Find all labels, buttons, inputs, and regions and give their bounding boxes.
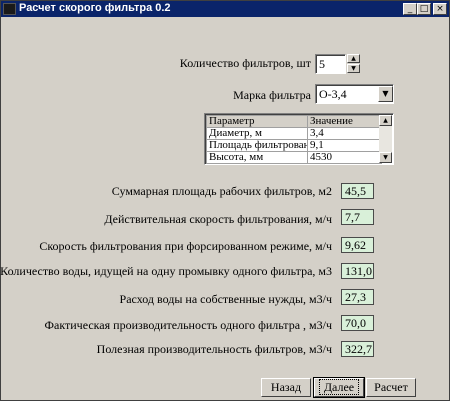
result-label-total-area: Суммарная площадь рабочих фильтров, м2 <box>111 184 332 198</box>
result-value-wash-water: 131,0 <box>341 263 374 279</box>
result-value-single-capacity: 70,0 <box>341 315 374 331</box>
result-label-own-needs: Расход воды на собственные нужды, м3/ч <box>119 292 332 306</box>
table-cell[interactable]: Площадь фильтровани <box>206 139 308 152</box>
chevron-down-icon[interactable]: ▼ <box>378 86 393 102</box>
app-icon <box>3 3 16 15</box>
calc-button[interactable]: Расчет <box>366 378 416 397</box>
title-bar[interactable]: Расчет скорого фильтра 0.2 _ □ × <box>1 1 449 17</box>
maximize-button[interactable]: □ <box>417 3 431 15</box>
table-cell[interactable]: 9,1 <box>307 139 382 152</box>
result-label-wash-water: Количество воды, идущей на одну промывку… <box>0 264 332 278</box>
result-value-own-needs: 27,3 <box>341 289 374 305</box>
column-header-param[interactable]: Параметр <box>206 115 308 128</box>
table-cell[interactable]: 4530 <box>307 151 382 164</box>
scroll-up-button[interactable]: ▲ <box>379 115 392 126</box>
back-button[interactable]: Назад <box>261 378 311 397</box>
spin-up-button[interactable]: ▲ <box>347 54 360 63</box>
window-title: Расчет скорого фильтра 0.2 <box>19 2 171 14</box>
result-value-total-area: 45,5 <box>341 183 374 199</box>
column-header-value[interactable]: Значение <box>307 115 382 128</box>
filters-count-input[interactable]: 5 <box>315 54 346 74</box>
table-header-row: Параметр Значение <box>206 115 382 128</box>
result-label-useful-capacity: Полезная производительность фильтров, м3… <box>96 342 332 356</box>
close-button[interactable]: × <box>433 3 447 15</box>
next-button-label: Далее <box>318 379 360 395</box>
app-window: Расчет скорого фильтра 0.2 _ □ × Количес… <box>0 0 450 401</box>
table-cell[interactable]: Высота, мм <box>206 151 308 164</box>
result-value-forced-speed: 9,62 <box>341 237 374 253</box>
params-table: Параметр Значение Диаметр, м 3,4 Площадь… <box>206 115 382 164</box>
spin-down-button[interactable]: ▼ <box>347 64 360 73</box>
filters-count-label: Количество фильтров, шт <box>179 56 311 70</box>
table-cell[interactable]: 3,4 <box>307 127 382 140</box>
minimize-button[interactable]: _ <box>403 3 417 15</box>
result-value-actual-speed: 7,7 <box>341 209 374 225</box>
result-value-useful-capacity: 322,7 <box>341 341 374 357</box>
params-grid[interactable]: Параметр Значение Диаметр, м 3,4 Площадь… <box>204 113 394 165</box>
grid-scrollbar[interactable]: ▲ ▼ <box>379 115 392 163</box>
result-label-forced-speed: Скорость фильтрования при форсированном … <box>39 239 332 253</box>
table-cell[interactable]: Диаметр, м <box>206 127 308 140</box>
table-row[interactable]: Площадь фильтровани 9,1 <box>206 139 382 152</box>
table-row[interactable]: Высота, мм 4530 <box>206 151 382 164</box>
scroll-down-button[interactable]: ▼ <box>379 152 392 163</box>
next-button[interactable]: Далее <box>313 377 365 398</box>
result-label-actual-speed: Действительная скорость фильтрования, м/… <box>104 212 332 226</box>
result-label-single-capacity: Фактическая производительность одного фи… <box>44 318 332 332</box>
table-row[interactable]: Диаметр, м 3,4 <box>206 127 382 140</box>
filter-brand-label: Марка фильтра <box>233 88 311 102</box>
